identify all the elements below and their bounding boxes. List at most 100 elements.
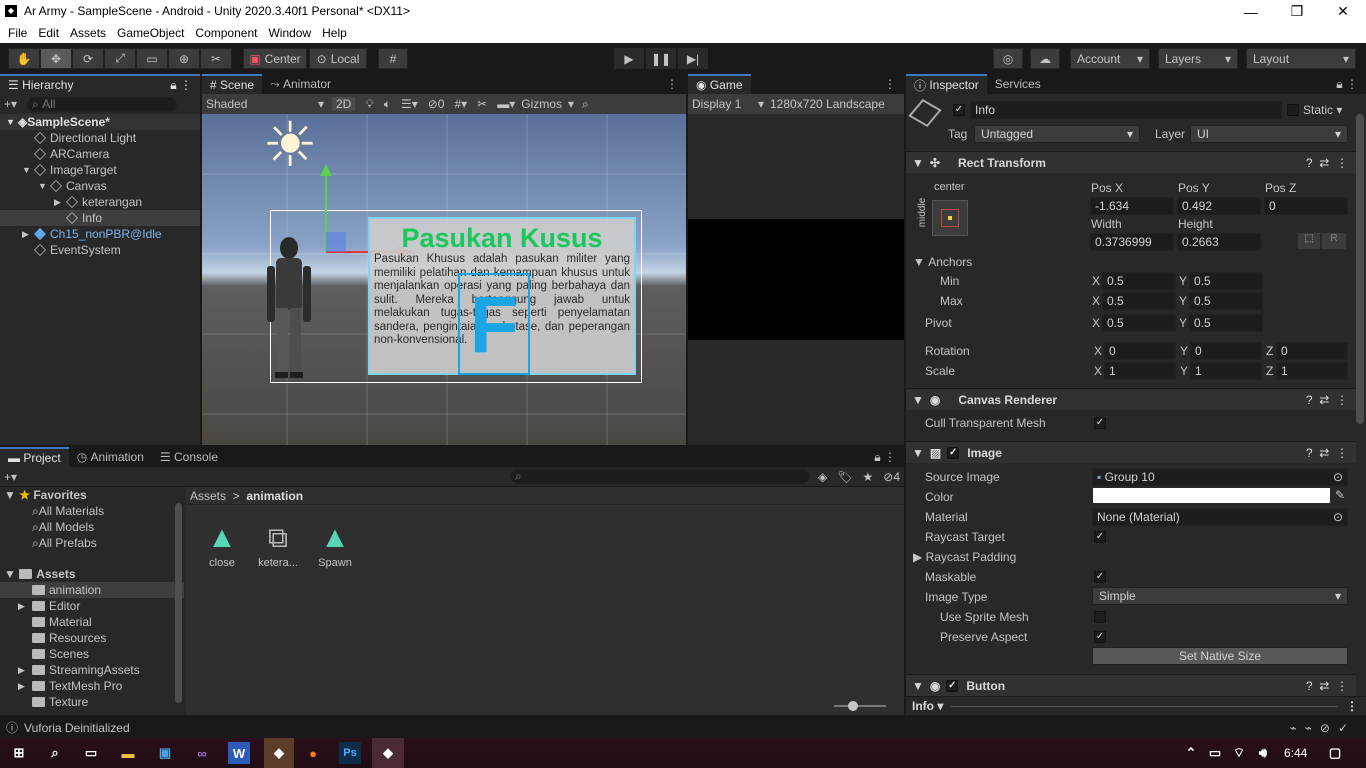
account-dropdown[interactable]: Account ▾ [1070, 48, 1150, 69]
tab-game[interactable]: ◉ Game [688, 74, 751, 94]
pos-x-field[interactable]: -1.634 [1090, 197, 1174, 215]
transform-tool-icon[interactable]: ⊕ [168, 48, 200, 69]
filter-label-icon[interactable]: 🏷︎ [837, 470, 852, 484]
component-menu-icon[interactable]: ? ⇄ ⋮ [1306, 393, 1348, 407]
button-enabled-checkbox[interactable]: ✓ [946, 679, 959, 692]
search-icon[interactable]: ⌕ [44, 742, 66, 764]
folder-item[interactable]: ▶ TextMesh Pro [0, 678, 184, 694]
file-explorer-icon[interactable]: ▬ [117, 742, 139, 764]
tray-chevron-icon[interactable]: ⌃ [1180, 742, 1202, 764]
min-x-field[interactable]: 0.5 [1102, 272, 1176, 290]
preserve-aspect-checkbox[interactable]: ✓ [1094, 631, 1106, 643]
folder-item[interactable]: Material [0, 614, 184, 630]
light-icon[interactable]: 💡︎ [365, 97, 373, 112]
2d-toggle[interactable]: 2D [332, 97, 356, 111]
hierarchy-item[interactable]: ARCamera [0, 146, 200, 162]
breadcrumb-assets[interactable]: Assets [190, 489, 226, 503]
favorite-item[interactable]: ⌕ All Prefabs [0, 535, 184, 551]
hierarchy-item[interactable]: Directional Light [0, 130, 200, 146]
menu-assets[interactable]: Assets [70, 26, 106, 40]
tab-services[interactable]: Services [987, 74, 1049, 94]
image-type-dropdown[interactable]: Simple ▾ [1092, 587, 1348, 605]
menu-component[interactable]: Component [195, 26, 257, 40]
visual-studio-icon[interactable]: ∞ [191, 742, 213, 764]
anchor-preset-icon[interactable] [932, 200, 968, 236]
gizmos-dropdown[interactable]: Gizmos ▾ [521, 97, 574, 111]
fold-arrow-icon[interactable]: ▶ [18, 665, 32, 676]
layout-dropdown[interactable]: Layout ▾ [1246, 48, 1356, 69]
asset-spawn[interactable]: ▲ Spawn [313, 521, 357, 569]
rot-x-field[interactable]: 0 [1104, 342, 1176, 360]
add-icon[interactable]: +▾ [4, 470, 17, 484]
tab-project[interactable]: ▬ Project [0, 447, 69, 467]
fold-arrow-icon[interactable]: ▼ [6, 117, 18, 127]
folder-item[interactable]: Resources [0, 630, 184, 646]
breadcrumb-animation[interactable]: animation [246, 489, 303, 503]
wifi-icon[interactable]: ⌔ [1228, 742, 1250, 764]
minimize-icon[interactable]: — [1228, 0, 1274, 23]
folder-item[interactable]: animation [0, 582, 184, 598]
hierarchy-item[interactable]: Info [0, 210, 200, 226]
status-icons[interactable]: ⌁⌁⊘✓ [1289, 721, 1356, 735]
battery-icon[interactable]: ▭ [1204, 742, 1226, 764]
favorite-item[interactable]: ⌕ All Models [0, 519, 184, 535]
shading-dropdown[interactable]: Shaded ▾ [206, 97, 324, 111]
tab-animator[interactable]: ⤳ Animator [262, 74, 339, 94]
tab-hierarchy[interactable]: ☰ Hierarchy 🔒︎ ⋮ [0, 74, 200, 94]
image-header[interactable]: ▼ ▨ ✓ Image ? ⇄ ⋮ [906, 441, 1356, 463]
grid-toggle-icon[interactable]: #▾ [454, 97, 467, 111]
cull-mesh-checkbox[interactable]: ✓ [1094, 417, 1106, 429]
folder-item[interactable]: Texture [0, 694, 184, 710]
static-label[interactable]: Static ▾ [1303, 103, 1342, 117]
footer-menu-icon[interactable]: ⋮ [1346, 699, 1358, 713]
layer-dropdown[interactable]: UI ▾ [1190, 125, 1348, 143]
hierarchy-item[interactable]: ▼ ImageTarget [0, 162, 200, 178]
folder-item[interactable]: ▶ Editor [0, 598, 184, 614]
hierarchy-search-input[interactable]: ⌕ All [27, 96, 178, 112]
set-native-size-button[interactable]: Set Native Size [1092, 647, 1348, 665]
tab-inspector[interactable]: ⓘ Inspector [906, 74, 987, 94]
folder-item[interactable]: ▶ StreamingAssets [0, 662, 184, 678]
favorites-header[interactable]: ▼ ★ Favorites [0, 487, 184, 503]
panel-menu-icon[interactable]: ⋮ [884, 77, 896, 91]
panel-menu-icon[interactable]: ⋮ [666, 77, 678, 91]
lock-icon[interactable]: 🔒︎ ⋮ [874, 450, 896, 465]
assets-header[interactable]: ▼ Assets [0, 566, 184, 582]
zoom-slider[interactable] [834, 701, 886, 711]
component-menu-icon[interactable]: ? ⇄ ⋮ [1306, 156, 1348, 170]
fold-arrow-icon[interactable]: ▶ [54, 197, 66, 208]
fold-arrow-icon[interactable]: ▶ [22, 229, 34, 240]
pivot-center-button[interactable]: ▣ Center [243, 48, 307, 69]
eyedropper-icon[interactable]: ✎ [1335, 488, 1345, 502]
hidden-objects-icon[interactable]: ⊘ [428, 97, 438, 111]
filter-type-icon[interactable]: ◈ [818, 470, 827, 484]
audio-icon[interactable]: 🔈︎ [384, 97, 391, 112]
fold-arrow-icon[interactable]: ▶ [18, 681, 32, 692]
raycast-target-checkbox[interactable]: ✓ [1094, 531, 1106, 543]
word-icon[interactable]: W [228, 742, 250, 764]
height-field[interactable]: 0.2663 [1177, 233, 1261, 251]
favorite-item[interactable]: ⌕ All Materials [0, 503, 184, 519]
min-y-field[interactable]: 0.5 [1189, 272, 1263, 290]
tab-scene[interactable]: # Scene [202, 74, 263, 94]
scene-viewport[interactable]: ☀ Pasukan Kusus Pasukan Khusus adalah pa… [202, 114, 686, 445]
pivot-y-field[interactable]: 0.5 [1189, 314, 1263, 332]
object-name-field[interactable]: Info [970, 101, 1282, 119]
photos-icon[interactable]: ▣ [154, 742, 176, 764]
status-text[interactable]: Vuforia Deinitialized [24, 721, 130, 735]
use-sprite-mesh-checkbox[interactable] [1094, 611, 1106, 623]
step-button[interactable]: ▶| [678, 48, 708, 69]
max-y-field[interactable]: 0.5 [1189, 292, 1263, 310]
info-canvas-panel[interactable]: Pasukan Kusus Pasukan Khusus adalah pasu… [368, 217, 636, 375]
folder-item[interactable]: Scenes [0, 646, 184, 662]
play-button[interactable]: ▶ [614, 48, 644, 69]
raycast-padding-label[interactable]: ▶ Raycast Padding [913, 550, 1016, 564]
tree-scrollbar[interactable] [175, 503, 182, 703]
move-tool-icon[interactable]: ✥ [40, 48, 72, 69]
source-image-field[interactable]: ▪ Group 10 ⊙ [1092, 468, 1348, 486]
close-icon[interactable]: ✕ [1320, 0, 1366, 23]
photoshop-icon[interactable]: Ps [339, 742, 361, 764]
notifications-icon[interactable]: ▢ [1324, 742, 1346, 764]
inspector-scrollbar[interactable] [1356, 114, 1364, 424]
rect-tool-icon[interactable]: ▭ [136, 48, 168, 69]
